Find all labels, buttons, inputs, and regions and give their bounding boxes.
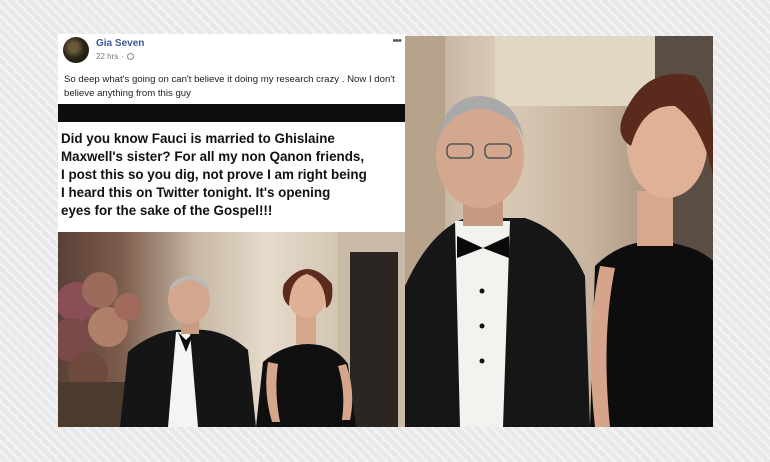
post-photo[interactable] <box>58 232 405 427</box>
meme-line: Did you know Fauci is married to Ghislai… <box>61 131 335 146</box>
meme-caption: Did you know Fauci is married to Ghislai… <box>61 130 403 220</box>
post-timestamp[interactable]: 22 hrs <box>96 52 118 61</box>
author-avatar[interactable] <box>63 37 89 63</box>
couple-closeup-illustration <box>405 36 713 427</box>
meme-line: eyes for the sake of the Gospel!!! <box>61 203 273 218</box>
meme-line: I post this so you dig, not prove I am r… <box>61 167 367 182</box>
meta-separator: · <box>121 52 124 61</box>
meme-line: I heard this on Twitter tonight. It's op… <box>61 185 331 200</box>
globe-icon <box>126 53 134 60</box>
woman-figure <box>590 73 713 427</box>
man-figure <box>120 276 256 427</box>
facebook-post-card: Gia Seven 22 hrs · ••• So deep what's go… <box>58 34 405 427</box>
comparison-photo[interactable] <box>405 36 713 427</box>
post-header: Gia Seven 22 hrs · ••• <box>58 34 405 66</box>
couple-photo-illustration <box>58 232 405 427</box>
meme-line: Maxwell's sister? For all my non Qanon f… <box>61 149 365 164</box>
more-options-icon[interactable]: ••• <box>392 35 402 47</box>
author-name[interactable]: Gia Seven <box>96 38 144 49</box>
post-text: So deep what's going on can't believe it… <box>64 74 395 99</box>
image-top-bar <box>58 104 405 122</box>
post-meta: 22 hrs · <box>96 52 134 61</box>
